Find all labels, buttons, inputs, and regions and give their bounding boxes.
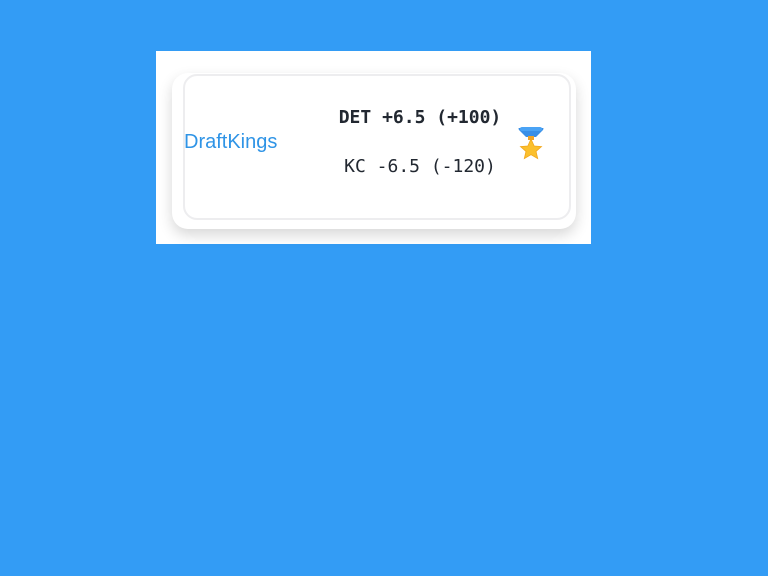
odds-widget-frame: DraftKings DET +6.5 (+100) KC -6.5 (-120… [156, 51, 591, 244]
sportsbook-link[interactable]: DraftKings [184, 131, 277, 154]
medal-icon[interactable] [516, 126, 546, 166]
odds-line-away: DET +6.5 (+100) [338, 107, 502, 128]
odds-line-home: KC -6.5 (-120) [344, 156, 496, 177]
